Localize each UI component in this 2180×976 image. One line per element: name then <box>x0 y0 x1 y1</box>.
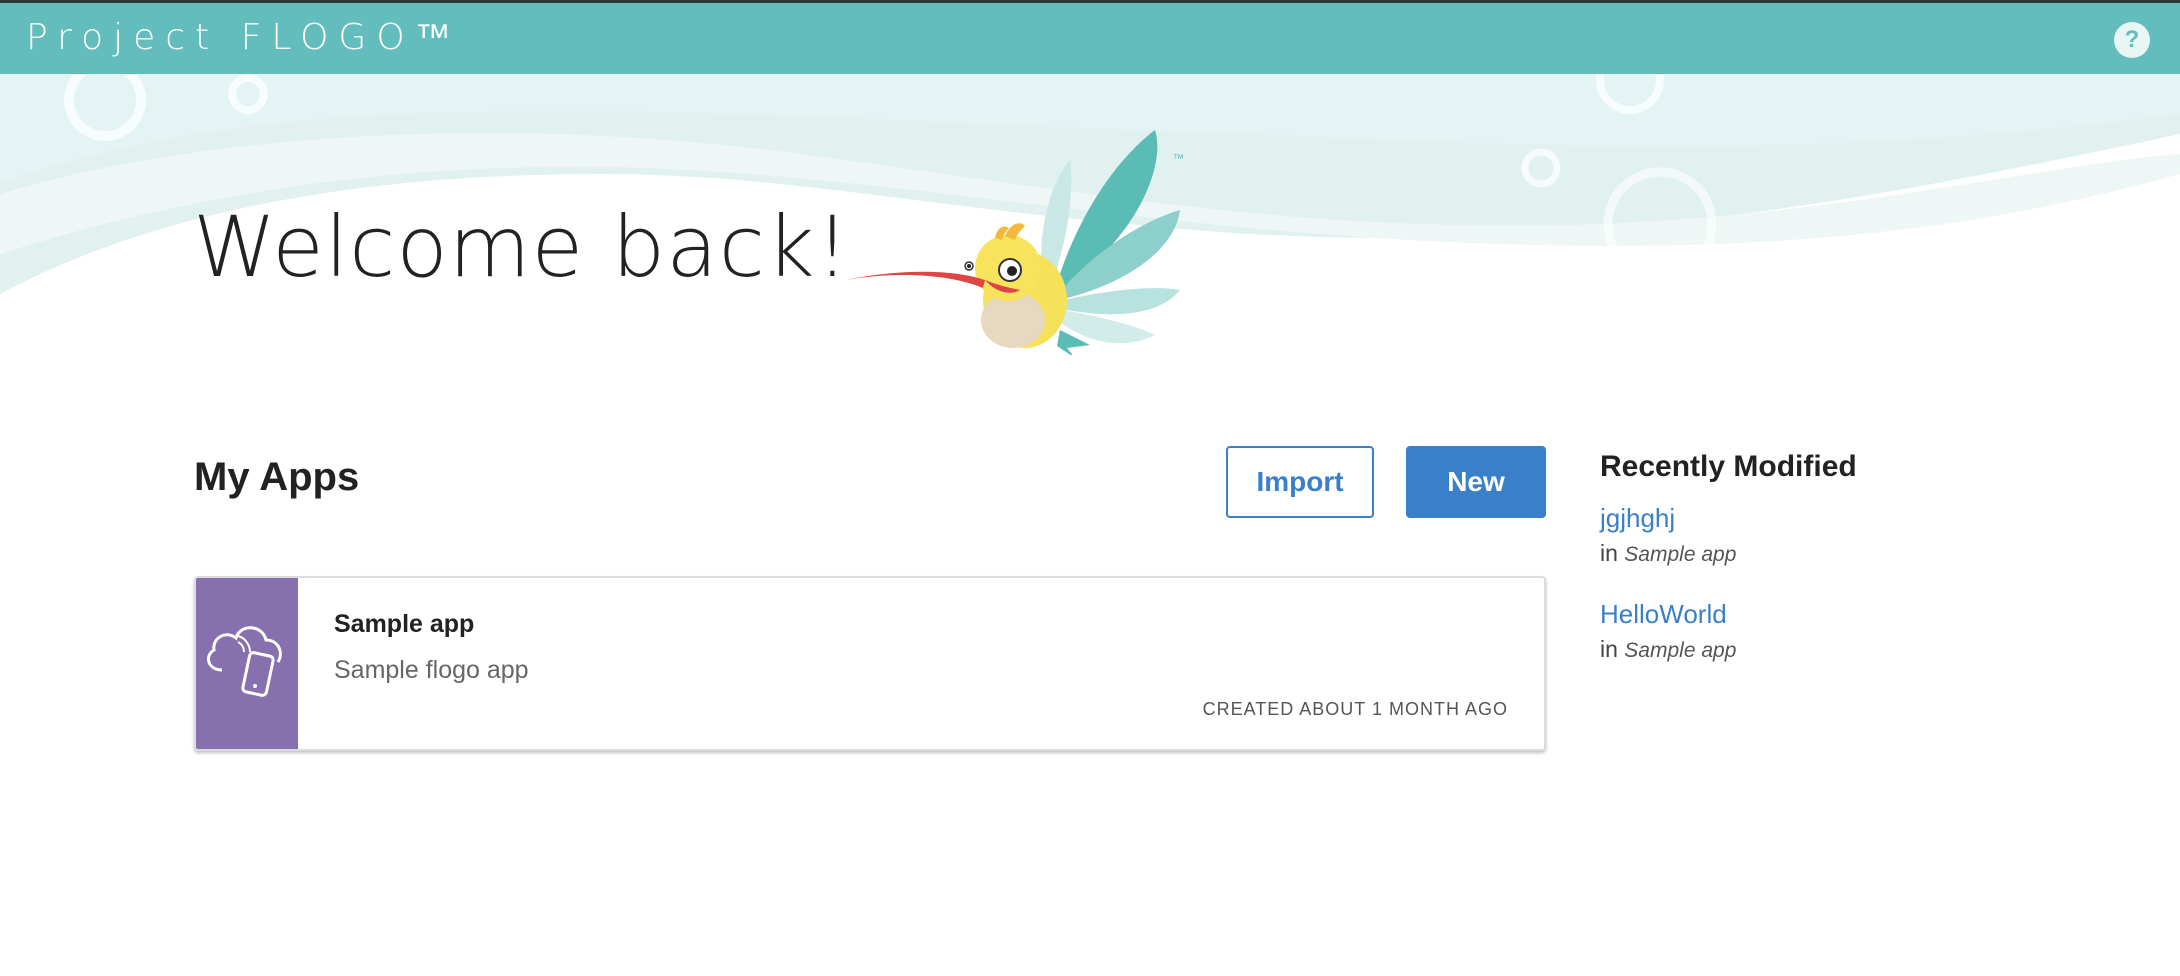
import-button[interactable]: Import <box>1226 446 1374 518</box>
recent-flow-link[interactable]: HelloWorld <box>1600 599 1736 630</box>
recent-item: HelloWorld in Sample app <box>1600 599 1736 663</box>
help-icon[interactable]: ? <box>2114 22 2150 58</box>
recent-flow-app: in Sample app <box>1600 636 1736 663</box>
app-name[interactable]: Sample app <box>334 610 474 639</box>
cloud-phone-icon <box>206 626 282 697</box>
recent-app-name: Sample app <box>1624 639 1737 662</box>
mascot-trademark: ™ <box>1173 153 1184 165</box>
app-description: Sample flogo app <box>334 656 529 684</box>
top-bar: Project FLOGO™ ? <box>0 0 2180 74</box>
brand-logo[interactable]: Project FLOGO™ <box>26 13 461 63</box>
recent-item: jgjhghj in Sample app <box>1600 503 1736 567</box>
app-icon-tile <box>196 578 298 749</box>
new-app-button[interactable]: New <box>1406 446 1546 518</box>
my-apps-title: My Apps <box>194 455 360 499</box>
app-created-date: CREATED ABOUT 1 MONTH AGO <box>1202 699 1508 719</box>
recent-flow-link[interactable]: jgjhghj <box>1600 503 1736 534</box>
app-card[interactable]: Sample app Sample flogo app CREATED ABOU… <box>194 576 1546 751</box>
hummingbird-mascot-icon: ™ <box>845 130 1184 355</box>
recent-prefix: in <box>1600 540 1618 566</box>
recent-prefix: in <box>1600 636 1618 662</box>
recently-modified-title: Recently Modified <box>1600 450 1857 483</box>
recent-app-name: Sample app <box>1624 543 1737 566</box>
recent-flow-app: in Sample app <box>1600 540 1736 567</box>
welcome-heading: Welcome back! <box>193 198 851 296</box>
